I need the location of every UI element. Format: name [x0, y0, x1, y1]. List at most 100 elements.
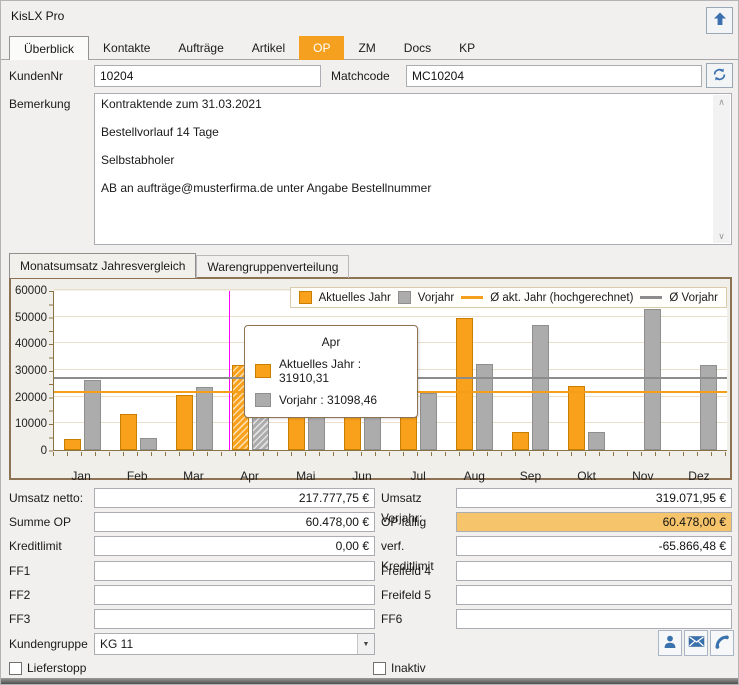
bar-aktuelles-jahr-feb[interactable] [120, 414, 137, 450]
up-arrow-icon [712, 11, 728, 30]
checkbox-lieferstopp[interactable] [9, 662, 22, 675]
field-label-verf-kreditlimit: verf. Kreditlimit [381, 536, 455, 556]
field-input-freifeld-5[interactable] [456, 585, 732, 605]
tooltip-swatch [255, 364, 271, 378]
field-label-umsatz-netto: Umsatz netto: [9, 488, 93, 508]
tab-zm[interactable]: ZM [344, 36, 389, 60]
x-tick-label-jul: Jul [390, 469, 446, 483]
phone-icon [714, 634, 730, 653]
x-axis-labels: JanFebMarAprMaiJunJulAugSepOktNovDez [53, 469, 727, 483]
scroll-up-icon[interactable]: ∧ [713, 95, 730, 109]
kundengruppe-select[interactable]: KG 11 ▼ [94, 633, 375, 655]
tooltip-row: Aktuelles Jahr : 31910,31 [255, 357, 407, 385]
field-input-umsatz-vorjahr[interactable]: 319.071,95 € [456, 488, 732, 508]
tooltip-title: Apr [255, 335, 407, 349]
tooltip-value: Aktuelles Jahr : 31910,31 [279, 357, 407, 385]
y-tick-label: 40000 [11, 338, 47, 350]
window-bottom-edge [1, 678, 738, 684]
chart-tab-bar: Monatsumsatz JahresvergleichWarengruppen… [9, 253, 349, 278]
bar-vorjahr-jul[interactable] [420, 393, 437, 450]
bar-aktuelles-jahr-sep[interactable] [512, 432, 529, 450]
field-input-op-f-llig[interactable]: 60.478,00 € [456, 512, 732, 532]
x-tick-label-nov: Nov [615, 469, 671, 483]
current-date-marker-line [229, 291, 230, 450]
bar-aktuelles-jahr-mar[interactable] [176, 395, 193, 450]
checkbox-inaktiv[interactable] [373, 662, 386, 675]
refresh-icon [712, 67, 727, 85]
bar-vorjahr-sep[interactable] [532, 325, 549, 450]
bar-group-aug [447, 291, 503, 450]
field-label-summe-op: Summe OP [9, 512, 93, 532]
bar-group-okt [559, 291, 615, 450]
field-label-ff6: FF6 [381, 609, 455, 629]
field-label-ff2: FF2 [9, 585, 93, 605]
scroll-down-icon[interactable]: ∨ [713, 229, 730, 243]
y-tick-label: 60000 [11, 285, 47, 297]
field-input-ff2[interactable] [94, 585, 375, 605]
bar-aktuelles-jahr-okt[interactable] [568, 386, 585, 450]
x-tick-label-dez: Dez [671, 469, 727, 483]
y-tick-label: 50000 [11, 312, 47, 324]
bemerkung-text: Kontraktende zum 31.03.2021 Bestellvorla… [101, 97, 709, 241]
kundennr-input[interactable] [94, 65, 321, 87]
scroll-top-button[interactable] [706, 7, 733, 34]
field-label-freifeld-5: Freifeld 5 [381, 585, 455, 605]
bar-vorjahr-okt[interactable] [588, 432, 605, 450]
bar-group-nov [615, 291, 671, 450]
field-input-kreditlimit[interactable]: 0,00 € [94, 536, 375, 556]
checkbox-label-inaktiv: Inaktiv [391, 659, 426, 677]
kundengruppe-label: Kundengruppe [9, 633, 88, 655]
tab-kp[interactable]: KP [445, 36, 489, 60]
bar-vorjahr-feb[interactable] [140, 438, 157, 450]
field-input-ff6[interactable] [456, 609, 732, 629]
matchcode-label: Matchcode [331, 65, 390, 87]
field-label-umsatz-vorjahr: Umsatz Vorjahr: [381, 488, 455, 508]
email-button[interactable] [684, 630, 708, 656]
x-tick-label-mar: Mar [165, 469, 221, 483]
bemerkung-scrollbar[interactable]: ∧ ∨ [713, 95, 730, 243]
bar-aktuelles-jahr-jun[interactable] [344, 416, 361, 450]
chart-tab-warengruppenverteilung[interactable]: Warengruppenverteilung [196, 255, 349, 278]
tab-docs[interactable]: Docs [390, 36, 445, 60]
field-label-ff1: FF1 [9, 561, 93, 581]
field-label-freifeld-4: Freifeld 4 [381, 561, 455, 581]
contact-person-button[interactable] [658, 630, 682, 656]
checkbox-label-lieferstopp: Lieferstopp [27, 659, 86, 677]
contact-person-icon [662, 634, 678, 653]
tab-kontakte[interactable]: Kontakte [89, 36, 164, 60]
tooltip-swatch [255, 393, 271, 407]
field-input-verf-kreditlimit[interactable]: -65.866,48 € [456, 536, 732, 556]
field-input-ff3[interactable] [94, 609, 375, 629]
tab-berblick[interactable]: Überblick [9, 36, 89, 60]
bar-group-feb [110, 291, 166, 450]
legend-label: Ø akt. Jahr (hochgerechnet) [490, 292, 633, 304]
phone-button[interactable] [710, 630, 734, 656]
bemerkung-textarea[interactable]: Kontraktende zum 31.03.2021 Bestellvorla… [94, 93, 732, 245]
field-input-umsatz-netto[interactable]: 217.777,75 € [94, 488, 375, 508]
refresh-button[interactable] [706, 63, 733, 88]
chart-panel: 0100002000030000400005000060000 JanFebMa… [9, 277, 732, 480]
tab-artikel[interactable]: Artikel [238, 36, 299, 60]
field-label-op-f-llig: OP fällig [381, 512, 455, 532]
bemerkung-label: Bemerkung [9, 93, 70, 115]
matchcode-input[interactable] [406, 65, 702, 87]
main-tab-bar: ÜberblickKontakteAufträgeArtikelOPZMDocs… [9, 36, 489, 60]
bar-group-sep [503, 291, 559, 450]
tab-auftr-ge[interactable]: Aufträge [164, 36, 237, 60]
chevron-down-icon[interactable]: ▼ [357, 634, 374, 654]
legend-line-swatch-vorjahr [640, 296, 662, 299]
bar-vorjahr-mar[interactable] [196, 387, 213, 450]
chart-tab-monatsumsatz-jahresvergleich[interactable]: Monatsumsatz Jahresvergleich [9, 253, 196, 278]
legend-line-swatch-akt-jahr-hochgerechnet [461, 296, 483, 299]
bar-vorjahr-nov[interactable] [644, 309, 661, 450]
bar-aktuelles-jahr-aug[interactable] [456, 318, 473, 450]
field-input-freifeld-4[interactable] [456, 561, 732, 581]
field-input-summe-op[interactable]: 60.478,00 € [94, 512, 375, 532]
bar-aktuelles-jahr-jan[interactable] [64, 439, 81, 450]
field-input-ff1[interactable] [94, 561, 375, 581]
field-label-kreditlimit: Kreditlimit [9, 536, 93, 556]
y-tick-label: 20000 [11, 392, 47, 404]
x-tick-label-jan: Jan [53, 469, 109, 483]
tab-op[interactable]: OP [299, 36, 344, 60]
y-tick-label: 30000 [11, 365, 47, 377]
